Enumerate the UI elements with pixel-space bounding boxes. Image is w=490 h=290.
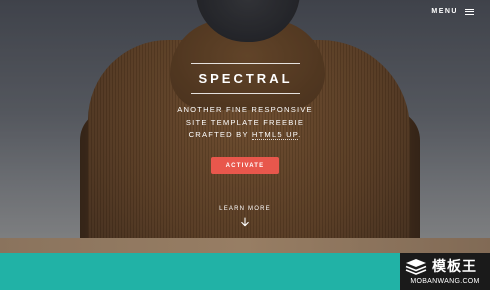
hamburger-icon bbox=[465, 8, 474, 15]
learn-more-link[interactable]: LEARN MORE bbox=[205, 206, 285, 227]
watermark-url: MOBANWANG.COM bbox=[410, 278, 480, 285]
menu-button[interactable]: MENU bbox=[431, 8, 474, 15]
watermark-name: 模板王 bbox=[432, 259, 477, 275]
html5up-link[interactable]: HTML5 UP bbox=[251, 130, 299, 140]
watermark: 模板王 MOBANWANG.COM bbox=[400, 253, 490, 290]
tagline-line: ANOTHER FINE RESPONSIVE bbox=[177, 105, 313, 114]
learn-more-label: LEARN MORE bbox=[219, 206, 271, 212]
tagline-period: . bbox=[298, 130, 302, 139]
tagline-line: SITE TEMPLATE FREEBIE bbox=[185, 117, 305, 127]
arrow-down-icon bbox=[241, 217, 249, 227]
activate-button[interactable]: ACTIVATE bbox=[211, 157, 279, 174]
tagline-line: CRAFTED BY bbox=[188, 130, 252, 139]
site-title: SPECTRAL bbox=[198, 71, 293, 86]
site-title-frame: SPECTRAL bbox=[191, 63, 300, 94]
title-rule-top bbox=[191, 63, 300, 64]
watermark-logo-icon bbox=[405, 259, 427, 275]
tagline: ANOTHER FINE RESPONSIVE SITE TEMPLATE FR… bbox=[150, 104, 340, 142]
menu-label: MENU bbox=[431, 8, 458, 15]
title-rule-bottom bbox=[191, 93, 300, 94]
